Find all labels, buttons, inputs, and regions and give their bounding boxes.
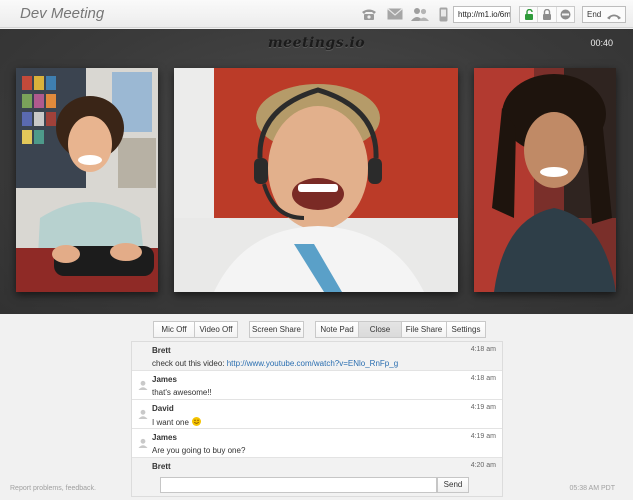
file-share-button[interactable]: File Share: [401, 321, 447, 338]
tools-toolbar: Note Pad Close File Share Settings: [315, 321, 486, 338]
message-time: 4:19 am: [470, 433, 496, 440]
message-text: that's awesome!!: [152, 388, 212, 397]
close-button[interactable]: Close: [358, 321, 402, 338]
end-call-button[interactable]: End: [582, 6, 626, 23]
video-stage: meetings.io 00:40: [0, 29, 633, 314]
video-off-button[interactable]: Video Off: [194, 321, 238, 338]
message-link[interactable]: http://www.youtube.com/watch?v=ENlo_RnFp…: [227, 359, 398, 368]
message-body: check out this video:: [152, 359, 227, 368]
smiley-emoji-icon: [191, 417, 201, 426]
block-icon[interactable]: [557, 7, 574, 22]
chat-panel: Brett 4:18 am check out this video: http…: [131, 341, 503, 497]
message-sender: James: [152, 433, 177, 442]
chat-message: James 4:18 am that's awesome!!: [132, 371, 502, 400]
avatar: [138, 348, 148, 358]
chat-input[interactable]: [160, 477, 437, 493]
unlock-icon[interactable]: [520, 7, 539, 22]
message-body: I want one: [152, 418, 189, 427]
message-time: 4:19 am: [470, 404, 496, 411]
mobile-icon[interactable]: [434, 6, 452, 22]
app-title: Dev Meeting: [20, 5, 105, 22]
message-time: 4:20 am: [470, 462, 496, 469]
message-time: 4:18 am: [470, 375, 496, 382]
mic-off-button[interactable]: Mic Off: [153, 321, 195, 338]
message-sender: Brett: [152, 462, 171, 471]
participant-video-center[interactable]: [174, 68, 458, 292]
report-feedback-link[interactable]: Report problems, feedback.: [10, 485, 96, 492]
send-button[interactable]: Send: [437, 477, 469, 493]
end-call-label: End: [587, 10, 602, 19]
message-sender: David: [152, 404, 174, 413]
screen-share-button[interactable]: Screen Share: [249, 321, 304, 338]
user-avatar-icon: [138, 377, 148, 390]
message-sender: Brett: [152, 346, 171, 355]
screen-share-toolbar: Screen Share: [249, 321, 304, 338]
message-text: check out this video: http://www.youtube…: [152, 359, 398, 368]
top-bar: Dev Meeting http://m1.io/6m End: [0, 0, 633, 28]
note-pad-button[interactable]: Note Pad: [315, 321, 359, 338]
message-text: Are you going to buy one?: [152, 446, 246, 455]
call-timer: 00:40: [590, 38, 613, 48]
user-avatar-icon: [138, 435, 148, 448]
users-icon[interactable]: [411, 6, 429, 22]
room-controls: [519, 6, 575, 23]
message-time: 4:18 am: [470, 346, 496, 353]
chat-message: Brett 4:18 am check out this video: http…: [132, 342, 502, 371]
settings-button[interactable]: Settings: [446, 321, 486, 338]
chat-input-row: Send: [132, 473, 502, 496]
mail-icon[interactable]: [386, 6, 404, 22]
brand-logo: meetings.io: [267, 35, 366, 51]
hangup-icon: [606, 10, 622, 25]
local-time: 05:38 AM PDT: [569, 485, 615, 492]
participant-video-right[interactable]: [474, 68, 616, 292]
chat-message: David 4:19 am I want one: [132, 400, 502, 429]
chat-message: Brett 4:20 am: [132, 458, 502, 474]
message-sender: James: [152, 375, 177, 384]
meeting-url-field[interactable]: http://m1.io/6m: [453, 6, 511, 23]
message-text: I want one: [152, 417, 201, 427]
participant-video-left[interactable]: [16, 68, 158, 292]
user-avatar-icon: [138, 406, 148, 419]
lock-icon[interactable]: [538, 7, 557, 22]
media-toolbar: Mic Off Video Off: [153, 321, 238, 338]
phone-icon[interactable]: [360, 6, 378, 22]
chat-message: James 4:19 am Are you going to buy one?: [132, 429, 502, 458]
